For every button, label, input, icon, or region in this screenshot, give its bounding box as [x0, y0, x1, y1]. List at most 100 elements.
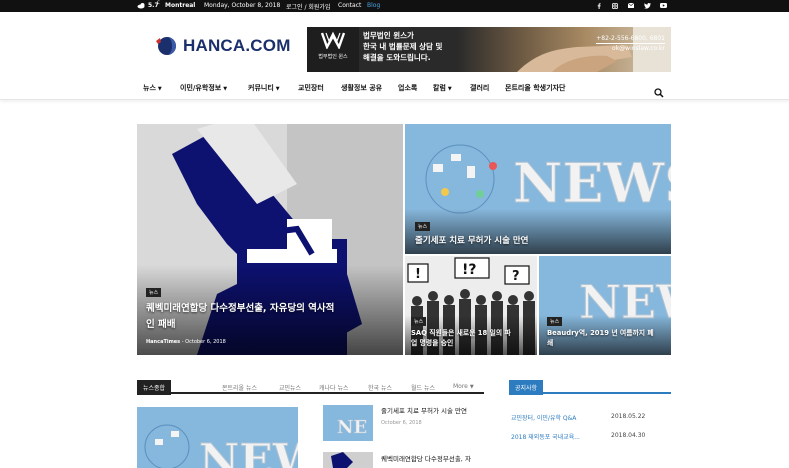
notice-date: 2018.05.22	[611, 413, 646, 420]
banner-line-2: 한국 내 법률문제 상담 및	[363, 42, 443, 51]
news-item-thumb[interactable]: NE	[323, 405, 373, 441]
chevron-down-icon: ▼	[469, 384, 474, 390]
featured-top-right-tile[interactable]: NEWS 뉴스 줄기세포 치료 무허가 시술 만연	[405, 124, 671, 254]
nav-item-student-reporters[interactable]: 몬트리올 학생기자단	[505, 83, 565, 93]
main-nav: 뉴스 ▼ 이민/유학정보 ▼ 커뮤니티 ▼ 교민장터 생활정보 공유 업소록 칼럼 ▼ …	[0, 80, 789, 100]
svg-text:NE: NE	[337, 417, 367, 438]
nav-item-label: 교민장터	[298, 84, 324, 92]
title-line-2: 인 패배	[146, 319, 176, 330]
news-section-title: 뉴스종합	[137, 380, 172, 395]
logo-text: HANCA.COM	[183, 36, 291, 55]
site-header: HANCA.COM 법무법인 윈스 법무법인 윈스가 한국 내 법률문제 상담 …	[0, 12, 789, 80]
notice-item[interactable]: 2018 재외동포 국내교육...	[511, 432, 580, 441]
featured-main-meta: HancaTimes - October 6, 2018	[146, 339, 226, 345]
chevron-down-icon: ▼	[275, 86, 280, 92]
tab-korea-news[interactable]: 한국 뉴스	[368, 383, 392, 392]
nav-item-label: 뉴스	[143, 84, 156, 92]
logo-emblem-icon	[156, 37, 176, 55]
top-bar: 5.7 C Montreal Monday, October 8, 2018 로…	[0, 0, 789, 12]
news-lead-image[interactable]: NEW	[137, 407, 298, 468]
weather-icon	[137, 2, 146, 11]
banner-line-3: 해결을 도와드립니다.	[363, 53, 431, 62]
title-line-1: Beaudry역, 2019 년 여름까지 폐	[547, 329, 654, 337]
blog-link[interactable]: Blog	[367, 2, 380, 9]
banner-contact: +82-2-556-6800, 6801 ok@winslaw.co.kr	[596, 34, 665, 53]
category-badge[interactable]: 뉴스	[415, 222, 431, 231]
nav-item-gallery[interactable]: 갤러리	[470, 83, 489, 93]
tab-more-label: More	[453, 383, 468, 390]
news-illustration: NE	[323, 405, 373, 441]
chevron-down-icon: ▼	[223, 86, 228, 92]
category-badge[interactable]: 뉴스	[411, 317, 427, 326]
title-line-2: 쇄	[547, 339, 554, 347]
twitter-icon[interactable]	[644, 3, 651, 11]
title-line-1: SAQ 직원들은 새로운 18 일의 파	[411, 329, 511, 337]
advertisement-banner[interactable]: 법무법인 윈스 법무법인 윈스가 한국 내 법률문제 상담 및 해결을 도와드립…	[307, 27, 671, 72]
nav-item-label: 칼럼	[433, 84, 446, 92]
tab-more[interactable]: More ▼	[453, 383, 474, 390]
svg-text:!?: !?	[462, 262, 477, 278]
nav-item-label: 몬트리올 학생기자단	[505, 84, 566, 92]
news-illustration: NEW	[137, 407, 298, 468]
news-item-date: October 6, 2018	[381, 420, 422, 426]
banner-line-1: 법무법인 윈스가	[363, 31, 414, 40]
featured-bottom-right-title[interactable]: Beaudry역, 2019 년 여름까지 폐 쇄	[547, 328, 654, 348]
search-icon[interactable]	[654, 83, 664, 102]
title-line-1: 퀘벡미래연합당 다수정부선출, 자유당의 역사적	[146, 303, 335, 314]
banner-headline: 법무법인 윈스가 한국 내 법률문제 상담 및 해결을 도와드립니다.	[363, 30, 442, 63]
banner-email: ok@winslaw.co.kr	[596, 43, 665, 53]
tab-montreal-news[interactable]: 몬트리올 뉴스	[222, 383, 257, 392]
svg-text:!: !	[415, 267, 421, 282]
nav-item-column[interactable]: 칼럼 ▼	[433, 83, 452, 93]
featured-top-right-title[interactable]: 줄기세포 치료 무허가 시술 만연	[415, 234, 529, 246]
banner-phone: +82-2-556-6800, 6801	[596, 35, 665, 42]
post-date: October 6, 2018	[185, 339, 226, 345]
nav-item-label: 커뮤니티	[248, 84, 274, 92]
svg-text:NEW: NEW	[199, 435, 298, 468]
news-section-underline	[137, 392, 484, 394]
featured-bottom-right-tile[interactable]: NEW 뉴스 Beaudry역, 2019 년 여름까지 폐 쇄	[539, 256, 671, 355]
category-badge[interactable]: 뉴스	[146, 288, 162, 297]
news-item-title[interactable]: 줄기세포 치료 무허가 시술 만연	[381, 407, 467, 416]
title-line-2: 업 명령을 승인	[411, 339, 454, 347]
nav-item-immigration[interactable]: 이민/유학정보 ▼	[180, 83, 227, 93]
tab-world-news[interactable]: 월드 뉴스	[411, 383, 435, 392]
svg-text:?: ?	[512, 269, 520, 284]
news-item-title[interactable]: 퀘벡미래연합당 다수정부선출, 자	[381, 455, 471, 464]
featured-main-tile[interactable]: 뉴스 퀘벡미래연합당 다수정부선출, 자유당의 역사적 인 패배 HancaTi…	[137, 124, 403, 355]
news-item-thumb[interactable]	[323, 452, 373, 468]
nav-item-news[interactable]: 뉴스 ▼	[143, 83, 162, 93]
featured-bottom-left-title[interactable]: SAQ 직원들은 새로운 18 일의 파 업 명령을 승인	[411, 328, 511, 348]
temperature-unit: C	[157, 0, 160, 5]
nav-item-community[interactable]: 커뮤니티 ▼	[248, 83, 280, 93]
site-logo[interactable]: HANCA.COM	[153, 36, 291, 56]
instagram-icon[interactable]	[612, 3, 618, 11]
nav-item-label: 이민/유학정보	[180, 84, 222, 92]
author-name[interactable]: HancaTimes	[146, 339, 180, 345]
nav-item-directory[interactable]: 업소록	[398, 83, 417, 93]
chevron-down-icon: ▼	[447, 86, 452, 92]
nav-item-label: 생활정보 공유	[341, 84, 383, 92]
nav-item-lifeinfo[interactable]: 생활정보 공유	[341, 83, 382, 93]
mail-icon[interactable]	[627, 2, 635, 10]
chevron-down-icon: ▼	[157, 86, 162, 92]
notice-item[interactable]: 교민장터, 이민/유학 Q&A	[511, 413, 576, 422]
login-link[interactable]: 로그인 / 회원가입	[286, 2, 330, 11]
city: Montreal	[165, 2, 196, 9]
banner-firm-label: 법무법인 윈스	[318, 54, 348, 60]
facebook-icon[interactable]	[597, 3, 601, 11]
category-badge[interactable]: 뉴스	[547, 317, 563, 326]
featured-bottom-left-tile[interactable]: ! !? ? 뉴스 SAQ 직원들은 새로운 18 일의 파 업 명령을 승인	[405, 256, 537, 355]
banner-firm-badge: 법무법인 윈스	[307, 27, 359, 72]
tile-shade	[405, 209, 671, 254]
featured-main-title[interactable]: 퀘벡미래연합당 다수정부선출, 자유당의 역사적 인 패배	[146, 301, 396, 333]
notice-title: 공지사항	[509, 380, 544, 395]
tab-canada-news[interactable]: 캐나다 뉴스	[319, 383, 349, 392]
contact-link[interactable]: Contact	[338, 2, 361, 9]
youtube-icon[interactable]	[660, 3, 667, 10]
winslaw-logo-icon	[320, 31, 346, 50]
nav-item-marketplace[interactable]: 교민장터	[298, 83, 324, 93]
notice-date: 2018.04.30	[611, 432, 646, 439]
tab-community-news[interactable]: 교민뉴스	[279, 383, 301, 392]
current-date: Monday, October 8, 2018	[204, 2, 281, 9]
